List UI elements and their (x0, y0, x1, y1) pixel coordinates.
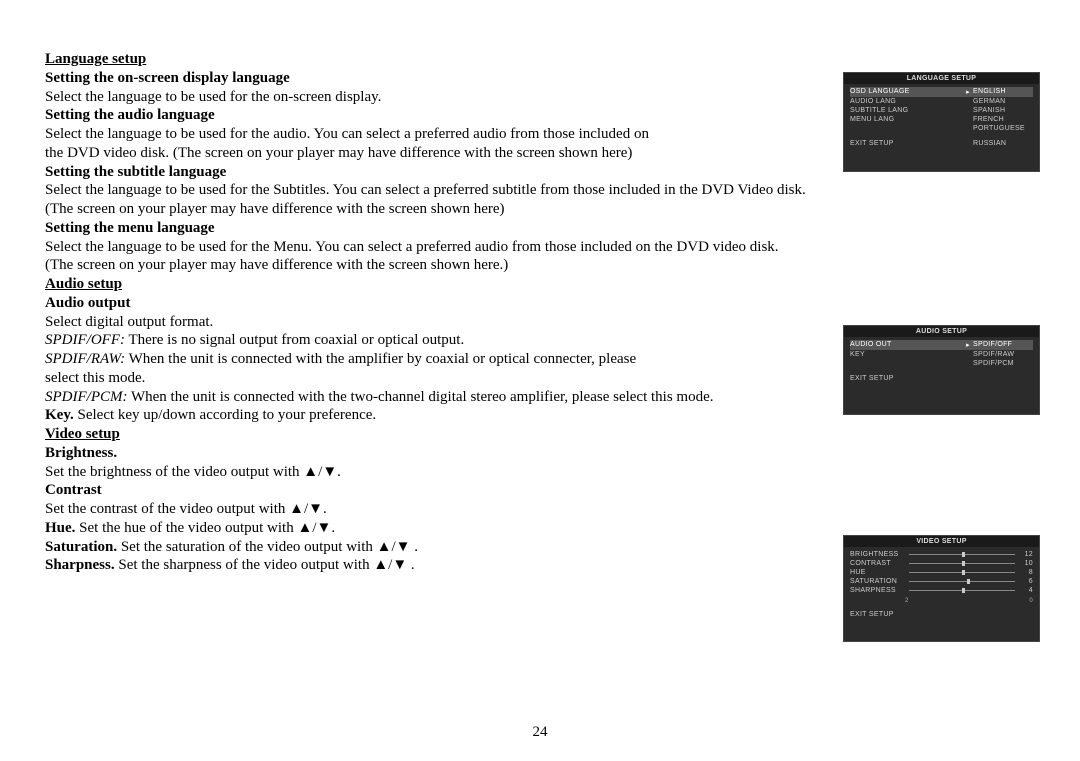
audio-output-heading: Audio output (45, 294, 1040, 313)
language-setup-heading: Language setup (45, 50, 1040, 69)
page-number: 24 (0, 724, 1080, 741)
osd-language-text: Select the language to be used for the o… (45, 88, 805, 107)
audio-language-text2: the DVD video disk. (The screen on your … (45, 144, 805, 163)
contrast-text: Set the contrast of the video output wit… (45, 500, 1040, 519)
brightness-text: Set the brightness of the video output w… (45, 463, 1040, 482)
audio-setup-screenshot: AUDIO SETUP AUDIO OUT▸SPDIF/OFF KEYSPDIF… (843, 325, 1040, 415)
osd-title: LANGUAGE SETUP (844, 73, 1039, 84)
osd-title: VIDEO SETUP (844, 536, 1039, 547)
menu-language-text2: (The screen on your player may have diff… (45, 256, 1025, 275)
contrast-heading: Contrast (45, 481, 1040, 500)
chevron-right-icon: ▸ (966, 88, 970, 96)
audio-language-text: Select the language to be used for the a… (45, 125, 805, 144)
language-setup-screenshot: LANGUAGE SETUP OSD LANGUAGE▸ENGLISH AUDI… (843, 72, 1040, 172)
menu-language-text: Select the language to be used for the M… (45, 238, 1025, 257)
video-setup-heading: Video setup (45, 425, 1040, 444)
brightness-heading: Brightness. (45, 444, 1040, 463)
video-setup-screenshot: VIDEO SETUP BRIGHTNESS12 CONTRAST10 HUE8… (843, 535, 1040, 642)
osd-title: AUDIO SETUP (844, 326, 1039, 337)
subtitle-language-text: Select the language to be used for the S… (45, 181, 1025, 200)
chevron-right-icon: ▸ (966, 341, 970, 349)
menu-language-heading: Setting the menu language (45, 219, 1040, 238)
subtitle-language-text2: (The screen on your player may have diff… (45, 200, 1025, 219)
spdif-raw-line1: SPDIF/RAW: When the unit is connected wi… (45, 350, 805, 369)
audio-setup-heading: Audio setup (45, 275, 1040, 294)
